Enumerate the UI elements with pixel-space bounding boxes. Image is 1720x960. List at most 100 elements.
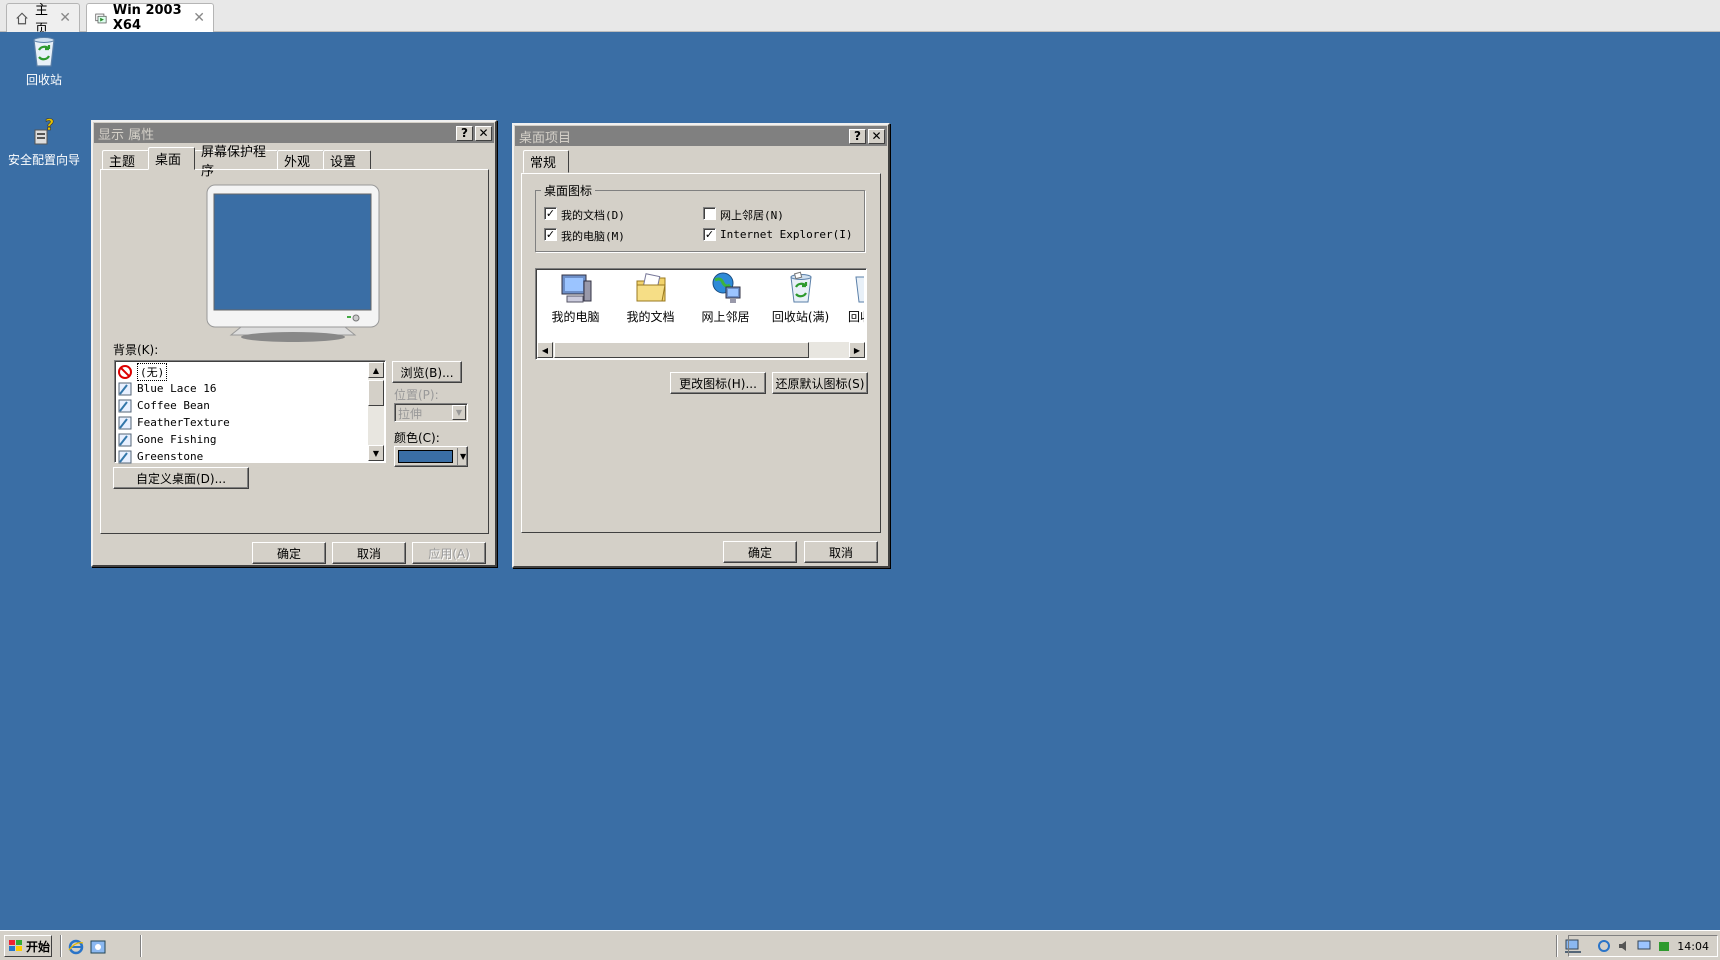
desktop-icon-recycle-bin[interactable]: 回收站 — [2, 36, 86, 88]
background-list[interactable]: (无) Blue Lace 16 Coffee Bean FeatherText… — [114, 360, 386, 463]
monitor-tray-icon[interactable] — [1637, 939, 1651, 953]
color-label: 颜色(C): — [394, 431, 440, 445]
scroll-left-icon[interactable]: ◀ — [537, 342, 553, 358]
tab-general[interactable]: 常规 — [523, 150, 569, 173]
checkbox-network-places[interactable] — [703, 207, 716, 220]
check-icon: ✓ — [545, 228, 556, 241]
cancel-button[interactable]: 取消 — [804, 541, 878, 563]
vm-icon — [95, 13, 107, 23]
cancel-button[interactable]: 取消 — [332, 542, 406, 564]
security-wizard-icon: ? — [27, 115, 61, 148]
list-item-my-computer[interactable]: 我的电脑 — [538, 271, 613, 341]
close-icon[interactable]: ✕ — [193, 10, 205, 26]
background-label: 背景(K): — [113, 343, 159, 357]
start-label: 开始 — [26, 939, 51, 954]
list-item[interactable]: Blue Lace 16 — [118, 380, 366, 397]
my-computer-icon — [561, 274, 591, 303]
list-item-recycle-bin-full[interactable]: 回收站(满) — [763, 271, 838, 341]
icon-label: 回收站(满) — [771, 310, 830, 324]
desktop-items-window: 桌面项目 ? ✕ 常规 桌面图标 ✓ 我的文档(D) 网上邻居(N) ✓ 我的电… — [512, 123, 890, 568]
icon-label: 我的电脑 — [551, 310, 600, 324]
recycle-bin-full-icon — [789, 271, 812, 303]
list-item-my-documents[interactable]: 我的文档 — [613, 271, 688, 341]
list-item[interactable]: FeatherTexture — [118, 414, 366, 431]
my-documents-icon — [636, 273, 666, 302]
desktop-quicklaunch-icon[interactable] — [90, 939, 106, 959]
host-tab-bar: 主页 ✕ Win 2003 X64 ✕ — [0, 0, 1720, 37]
system-tray: 14:04 — [1568, 935, 1718, 957]
checkbox-label: Internet Explorer(I) — [720, 228, 853, 241]
browse-button[interactable]: 浏览(B)... — [392, 361, 462, 383]
horizontal-scrollbar[interactable]: ◀ ▶ — [537, 342, 865, 358]
color-swatch — [398, 450, 453, 463]
checkbox-internet-explorer[interactable]: ✓ — [703, 228, 716, 241]
list-item[interactable]: (无) — [118, 362, 366, 381]
image-file-icon — [118, 433, 132, 446]
no-entry-icon — [118, 364, 132, 379]
restore-default-button[interactable]: 还原默认图标(S) — [772, 372, 868, 394]
change-icon-button[interactable]: 更改图标(H)... — [670, 372, 766, 394]
start-button[interactable]: 开始 — [4, 935, 52, 957]
ie-quicklaunch-icon[interactable] — [68, 939, 84, 959]
icon-list-view[interactable]: 我的电脑 我的文档 网上邻居 回收站(满) 回 ◀ ▶ — [535, 268, 867, 360]
clock[interactable]: 14:04 — [1677, 940, 1709, 953]
image-file-icon — [118, 450, 132, 463]
close-button[interactable]: ✕ — [475, 125, 492, 141]
icon-label: 我的文档 — [626, 310, 675, 324]
tab-screensaver[interactable]: 屏幕保护程序 — [194, 145, 278, 179]
host-tab-home[interactable]: 主页 ✕ — [6, 3, 80, 37]
list-item-recycle-bin-empty[interactable]: 回收 — [838, 271, 864, 341]
tray-status-icon[interactable] — [1657, 939, 1671, 953]
apply-button: 应用(A) — [412, 542, 486, 564]
close-button[interactable]: ✕ — [868, 128, 885, 144]
home-icon — [16, 11, 28, 24]
help-button[interactable]: ? — [849, 128, 866, 144]
tab-appearance[interactable]: 外观 — [277, 150, 324, 170]
window-title: 显示 属性 — [98, 127, 155, 143]
checkbox-my-documents[interactable]: ✓ — [544, 207, 557, 220]
list-item[interactable]: Greenstone — [118, 448, 366, 465]
taskbar-separator — [60, 935, 62, 957]
title-bar[interactable]: 显示 属性 ? ✕ — [94, 123, 494, 143]
windows-logo-icon — [9, 940, 22, 951]
close-icon[interactable]: ✕ — [59, 10, 71, 26]
list-item-network-places[interactable]: 网上邻居 — [688, 271, 763, 341]
check-icon: ✓ — [704, 228, 715, 241]
list-item[interactable]: Gone Fishing — [118, 431, 366, 448]
ok-button[interactable]: 确定 — [723, 541, 797, 563]
ie-tray-icon[interactable] — [1597, 939, 1611, 953]
scroll-thumb[interactable] — [554, 342, 809, 358]
color-picker-button[interactable]: ▼ — [394, 446, 468, 467]
checkbox-label: 网上邻居(N) — [720, 209, 784, 222]
speaker-icon[interactable] — [1617, 939, 1631, 953]
icon-list-items: 我的电脑 我的文档 网上邻居 回收站(满) 回 — [538, 271, 864, 341]
ok-button[interactable]: 确定 — [252, 542, 326, 564]
chevron-down-icon: ▼ — [457, 448, 466, 465]
scroll-right-icon[interactable]: ▶ — [849, 342, 865, 358]
vertical-scrollbar[interactable]: ▲ ▼ — [368, 362, 384, 461]
scroll-thumb[interactable] — [368, 380, 384, 406]
image-file-icon — [118, 399, 132, 412]
check-icon: ✓ — [545, 207, 556, 220]
tab-themes[interactable]: 主题 — [102, 150, 149, 170]
desktop-icon-security-wizard[interactable]: ? 安全配置向导 — [2, 115, 86, 168]
image-file-icon — [118, 416, 132, 429]
window-title: 桌面项目 — [519, 130, 572, 146]
help-button[interactable]: ? — [456, 125, 473, 141]
scroll-down-icon[interactable]: ▼ — [368, 445, 384, 461]
icon-label: 网上邻居 — [701, 310, 750, 324]
customize-desktop-button[interactable]: 自定义桌面(D)... — [113, 467, 249, 489]
checkbox-my-computer[interactable]: ✓ — [544, 228, 557, 241]
host-tab-vm[interactable]: Win 2003 X64 ✕ — [86, 3, 214, 33]
recycle-bin-icon — [27, 36, 61, 68]
tab-strip: 主题 桌面 屏幕保护程序 外观 设置 — [102, 145, 371, 179]
list-item[interactable]: Coffee Bean — [118, 397, 366, 414]
title-bar[interactable]: 桌面项目 ? ✕ — [515, 126, 887, 146]
tab-panel-general: 桌面图标 ✓ 我的文档(D) 网上邻居(N) ✓ 我的电脑(M) ✓ Inter… — [521, 173, 881, 533]
image-file-icon — [118, 382, 132, 395]
chevron-down-icon: ▼ — [452, 405, 466, 420]
tab-desktop[interactable]: 桌面 — [148, 147, 195, 170]
scroll-up-icon[interactable]: ▲ — [368, 362, 384, 378]
tab-settings[interactable]: 设置 — [323, 150, 371, 170]
display-properties-window: 显示 属性 ? ✕ 主题 桌面 屏幕保护程序 外观 设置 背景(K): (无) … — [91, 120, 497, 567]
